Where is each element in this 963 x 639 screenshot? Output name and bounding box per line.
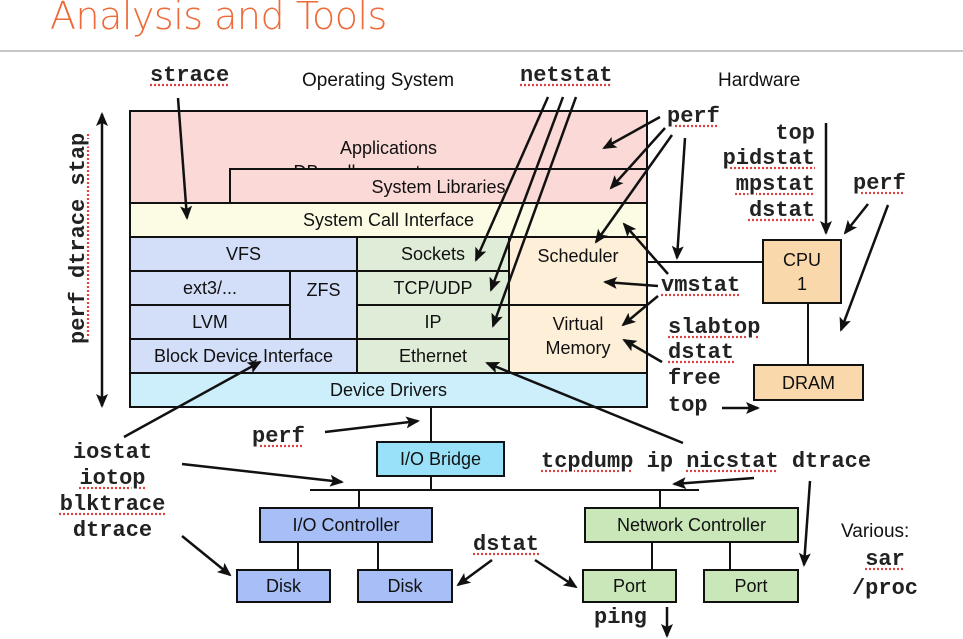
dtrace-port-arrow	[798, 480, 812, 567]
tool-ping: ping	[594, 605, 647, 631]
tool-perf-cpu: perf	[853, 171, 906, 197]
mpstat-text: mpstat	[735, 172, 815, 197]
strace-arrow	[176, 97, 193, 220]
memtools-arrow-vm	[622, 338, 663, 364]
io-dtrace-text: dtrace	[72, 518, 153, 543]
perf-dram-arrow	[839, 204, 890, 332]
dtrace-arrow-disk	[181, 535, 232, 577]
iostat-arrow-block	[123, 360, 262, 439]
vertical-tools-label: perf dtrace stap	[66, 133, 92, 344]
tool-io-iotop: iotop	[40, 466, 185, 492]
tool-netstat: netstat	[520, 63, 612, 89]
free-text: free	[668, 366, 721, 391]
tool-io-iostat: iostat	[40, 440, 185, 466]
tool-mem-top: top	[668, 393, 708, 419]
blktrace-text: blktrace	[59, 492, 166, 517]
top-text: top	[775, 121, 815, 146]
vmstat-text: vmstat	[661, 273, 741, 298]
netstat-text: netstat	[520, 63, 613, 88]
tool-perf-bus: perf	[252, 424, 305, 450]
vmstat-arrow-syscall	[622, 222, 669, 275]
tool-cpu-mpstat: mpstat	[705, 172, 815, 198]
nicstat-text: nicstat	[686, 449, 779, 474]
vmstat-arrow-scheduler	[603, 276, 659, 289]
perf-bus-arrow	[324, 416, 420, 434]
tcpdump-text: tcpdump	[541, 449, 634, 474]
iostat-text: iostat	[72, 440, 153, 465]
tool-strace: strace	[150, 63, 229, 89]
netstat-arrow-tcp	[489, 96, 565, 292]
perf-arrow-down	[671, 137, 687, 260]
iostat-arrow-bus	[181, 462, 344, 487]
pidstat-text: pidstat	[722, 146, 815, 171]
tool-mem-free: free	[668, 366, 721, 392]
tool-mem-dstat: dstat	[668, 340, 734, 366]
dstat-disk-arrow	[456, 558, 493, 587]
net-arrow-ethernet	[485, 361, 684, 445]
strace-text: strace	[150, 63, 230, 88]
tool-mem-slabtop: slabtop	[668, 315, 760, 341]
tool-io-dtrace: dtrace	[40, 518, 185, 544]
tool-sar: sar	[840, 547, 930, 573]
tool-io-blktrace: blktrace	[40, 492, 185, 518]
tool-vmstat: vmstat	[661, 273, 740, 299]
dstat-bottom-text: dstat	[473, 532, 540, 557]
tool-net-list: tcpdump ip nicstat dtrace	[541, 449, 871, 475]
perf-arrow-scheduler	[594, 134, 674, 244]
tool-cpu-pidstat: pidstat	[705, 146, 815, 172]
tool-cpu-top: top	[705, 121, 815, 147]
dstat-text: dstat	[748, 198, 815, 223]
tool-cpu-dstat: dstat	[705, 198, 815, 224]
tcpdump-arrow-bus	[672, 476, 755, 490]
mem-top-text: top	[668, 393, 708, 418]
netstat-arrow-ip	[491, 96, 578, 328]
dstat-port-arrow	[534, 558, 578, 589]
perf-bus-text: perf	[252, 424, 305, 449]
sar-text: sar	[865, 547, 905, 572]
various-label: Various:	[841, 521, 910, 542]
tool-dstat-bottom: dstat	[473, 532, 539, 558]
perf-cpu-arrow	[843, 203, 869, 235]
tool-proc: /proc	[840, 576, 930, 602]
vmstat-arrow-vm	[621, 295, 659, 327]
slabtop-text: slabtop	[668, 315, 761, 340]
perf-cpu-text: perf	[853, 171, 906, 196]
mem-dstat-text: dstat	[668, 340, 735, 365]
iotop-text: iotop	[79, 466, 146, 491]
proc-text: /proc	[851, 576, 918, 601]
net-dtrace-text: dtrace	[791, 449, 872, 474]
vertical-tools-text: perf dtrace stap	[66, 132, 91, 344]
ping-text: ping	[594, 605, 647, 630]
ip-tool-text: ip	[646, 449, 674, 474]
